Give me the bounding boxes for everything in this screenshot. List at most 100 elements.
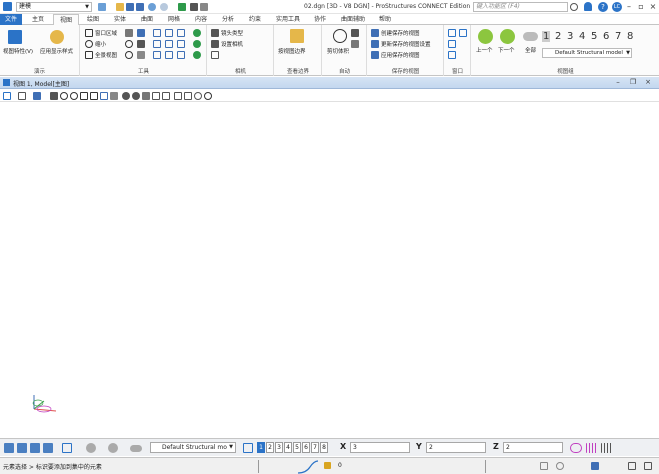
walk-icon[interactable] <box>142 92 150 100</box>
workspace-selector[interactable]: 建模 ▼ <box>16 2 92 12</box>
next-icon[interactable] <box>500 29 515 44</box>
update-saved-view-label[interactable]: 更新保存的视图设置 <box>381 40 431 48</box>
print-icon[interactable] <box>190 3 198 11</box>
view-swap-icon[interactable] <box>177 51 185 59</box>
cube-icon[interactable] <box>137 40 145 48</box>
view-8[interactable]: 8 <box>627 31 633 42</box>
zoom-out-icon[interactable] <box>85 40 93 48</box>
display-style-label[interactable]: 应用显示样式 <box>40 47 73 55</box>
search-icon[interactable] <box>570 3 578 11</box>
tab-file[interactable]: 文件 <box>0 14 22 25</box>
view-attributes-label[interactable]: 视图特性(V) <box>3 47 33 55</box>
grid-plane-icon[interactable] <box>586 443 598 453</box>
model-selector[interactable]: Default Structural model ▼ <box>542 48 632 58</box>
view-toggle-6[interactable]: 6 <box>302 442 310 453</box>
back-icon[interactable] <box>86 443 96 453</box>
pencil-icon[interactable] <box>290 29 304 43</box>
all-views-icon[interactable] <box>523 32 538 41</box>
create-saved-view-label[interactable]: 创建保存的视图 <box>381 29 420 37</box>
rotate-view-icon[interactable] <box>100 92 108 100</box>
update-saved-view-icon[interactable] <box>371 40 379 48</box>
set-camera-label[interactable]: 设置相机 <box>221 40 243 48</box>
app-icon[interactable] <box>3 2 12 11</box>
window-area-label[interactable]: 窗口区域 <box>95 29 117 37</box>
view-1[interactable]: 1 <box>542 31 551 42</box>
tab-mesh[interactable]: 网格 <box>162 14 186 25</box>
z-field[interactable]: 2 <box>503 442 563 453</box>
all-views-label[interactable]: 全部 <box>525 46 536 54</box>
apply-saved-view-icon[interactable] <box>371 51 379 59</box>
view-toggle-2[interactable]: 2 <box>266 442 274 453</box>
view-restore-button[interactable]: ❐ <box>626 77 640 87</box>
zoom-out-label[interactable]: 缩小 <box>95 40 106 48</box>
tile-icon[interactable] <box>459 29 467 37</box>
window-area-icon[interactable] <box>85 29 93 37</box>
refresh-icon[interactable] <box>193 51 201 59</box>
sync-icon[interactable] <box>193 40 201 48</box>
y-field[interactable]: 2 <box>426 442 486 453</box>
next-label[interactable]: 下一个 <box>498 46 515 54</box>
fit-view-label[interactable]: 全景视图 <box>95 51 117 59</box>
clip-mask-icon[interactable] <box>351 40 359 48</box>
view-canvas[interactable] <box>0 103 659 437</box>
view-3[interactable]: 3 <box>567 31 573 42</box>
view-right-icon[interactable] <box>153 51 161 59</box>
tab-home[interactable]: 主页 <box>25 14 51 25</box>
magnify-icon[interactable] <box>125 40 133 48</box>
previous-label[interactable]: 上一个 <box>476 46 493 54</box>
tab-analysis[interactable]: 分析 <box>216 14 240 25</box>
display-style-icon[interactable] <box>50 30 64 44</box>
tab-draw[interactable]: 绘图 <box>81 14 105 25</box>
view-minimize-button[interactable]: – <box>611 77 625 87</box>
pan-icon[interactable] <box>137 51 145 59</box>
apply-saved-view-label[interactable]: 应用保存的视图 <box>381 51 420 59</box>
set-camera-icon[interactable] <box>211 40 219 48</box>
message-icon[interactable] <box>540 462 548 470</box>
lock-view-icon[interactable] <box>4 443 14 453</box>
view-attributes-icon[interactable] <box>8 30 22 44</box>
grid-lock-icon[interactable] <box>601 443 613 453</box>
previous-icon[interactable] <box>478 29 493 44</box>
open-folder-icon[interactable] <box>116 3 124 11</box>
view-close-button[interactable]: × <box>641 77 655 87</box>
create-saved-view-icon[interactable] <box>371 29 379 37</box>
save-settings-icon[interactable] <box>136 3 144 11</box>
clip-volume-icon[interactable] <box>333 29 347 43</box>
view-toggle-5[interactable]: 5 <box>293 442 301 453</box>
view-iso-icon[interactable] <box>165 29 173 37</box>
window-area-icon[interactable] <box>80 92 88 100</box>
new-icon[interactable] <box>98 3 106 11</box>
view-2[interactable]: 2 <box>555 31 561 42</box>
tab-help[interactable]: 帮助 <box>373 14 397 25</box>
view-7[interactable]: 7 <box>615 31 621 42</box>
zoom-out-icon[interactable] <box>70 92 78 100</box>
view-toggle-1[interactable]: 1 <box>257 442 265 453</box>
window-list-icon[interactable] <box>448 51 456 59</box>
tab-surface-aid[interactable]: 曲面辅助 <box>336 14 370 25</box>
rotate-icon[interactable] <box>137 29 145 37</box>
view-top-icon[interactable] <box>153 29 161 37</box>
view-bottom-icon[interactable] <box>165 40 173 48</box>
grid-icon[interactable] <box>17 443 27 453</box>
view-next-icon[interactable] <box>132 92 140 100</box>
clip-volume-icon[interactable] <box>162 92 170 100</box>
views-icon[interactable] <box>62 443 72 453</box>
lens-type-icon[interactable] <box>211 29 219 37</box>
view-back-icon[interactable] <box>177 29 185 37</box>
bell-icon[interactable] <box>584 2 592 11</box>
level-icon[interactable] <box>33 92 41 100</box>
clip-front-icon[interactable] <box>174 92 182 100</box>
view-toggle-3[interactable]: 3 <box>275 442 283 453</box>
view-toggle-7[interactable]: 7 <box>311 442 319 453</box>
zoom-in-icon[interactable] <box>60 92 68 100</box>
funnel-icon[interactable] <box>211 51 219 59</box>
redo-icon[interactable] <box>160 3 168 11</box>
network-icon[interactable] <box>556 462 564 470</box>
user-avatar[interactable]: LC <box>612 2 622 12</box>
accudraw-icon[interactable] <box>43 443 53 453</box>
forward-icon[interactable] <box>108 443 118 453</box>
tab-solids[interactable]: 实体 <box>108 14 132 25</box>
search-input[interactable]: 键入功能区 (F4) <box>473 2 568 12</box>
view-left-icon[interactable] <box>165 51 173 59</box>
clip-volume-label[interactable]: 剪切体积 <box>327 47 349 55</box>
